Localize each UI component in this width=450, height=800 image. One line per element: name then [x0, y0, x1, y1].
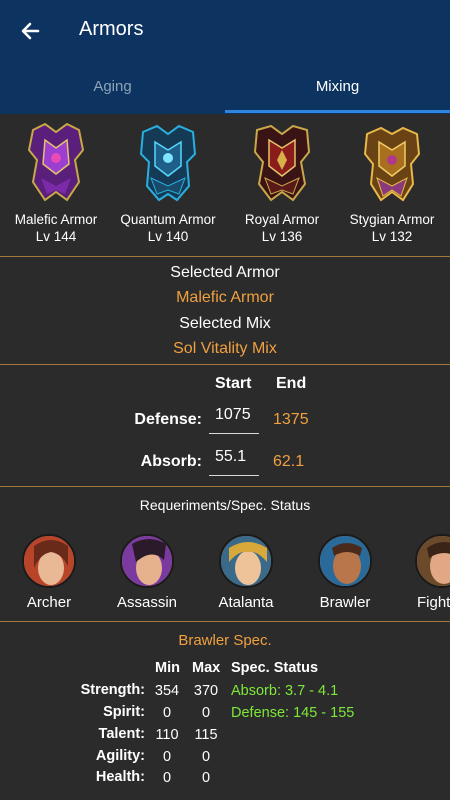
armor-item-malefic[interactable]: Malefic Armor Lv 144 [0, 114, 112, 244]
divider [0, 621, 450, 622]
agility-min: 0 [162, 749, 172, 765]
divider [0, 256, 450, 257]
armor-item-stygian[interactable]: Stygian Armor Lv 132 [336, 114, 448, 244]
selected-armor-label: Selected Armor [170, 264, 280, 281]
defense-end-value: 1375 [273, 411, 309, 428]
health-label: Health: [95, 769, 145, 785]
spec-title: Brawler Spec. [178, 632, 272, 649]
class-archer[interactable]: Archer [0, 534, 99, 611]
app-bar: Armors Aging Mixing [0, 0, 450, 114]
armor-icon [27, 122, 85, 202]
spirit-min: 0 [162, 705, 172, 721]
page-title: Armors [79, 18, 144, 40]
absorb-label: Absorb: [140, 453, 202, 470]
armor-name: Malefic Armor [14, 212, 98, 227]
strength-min: 354 [154, 683, 180, 699]
class-name: Atalanta [218, 594, 274, 611]
agility-label: Agility: [95, 748, 145, 764]
assassin-avatar-icon [120, 534, 174, 588]
armor-level: Lv 144 [35, 229, 77, 244]
tab-indicator [225, 110, 450, 113]
divider [0, 364, 450, 365]
strength-max: 370 [193, 683, 219, 699]
selected-mix-value[interactable]: Sol Vitality Mix [0, 340, 450, 358]
talent-min: 110 [155, 727, 179, 743]
min-header: Min [155, 660, 180, 676]
class-atalanta[interactable]: Atalanta [196, 534, 296, 611]
fighter-avatar-icon [415, 534, 450, 588]
class-brawler[interactable]: Brawler [295, 534, 395, 611]
spec-status-absorb: Absorb: 3.7 - 4.1 [231, 683, 339, 699]
class-assassin[interactable]: Assassin [97, 534, 197, 611]
armor-icon [139, 124, 197, 202]
tab-mixing[interactable]: Mixing [225, 78, 450, 95]
class-name: Brawler [319, 594, 371, 611]
selected-armor-value[interactable]: Malefic Armor [0, 289, 450, 307]
divider [0, 486, 450, 487]
health-min: 0 [162, 770, 172, 786]
armor-icon [253, 124, 311, 202]
absorb-start-input[interactable]: 55.1 [209, 448, 259, 476]
selected-mix-label: Selected Mix [179, 315, 271, 332]
spirit-max: 0 [201, 705, 211, 721]
spec-status-header: Spec. Status [231, 660, 319, 676]
armor-item-royal[interactable]: Royal Armor Lv 136 [226, 114, 338, 244]
arrow-left-icon[interactable] [14, 14, 48, 48]
armor-name: Royal Armor [244, 212, 320, 227]
armor-name: Quantum Armor [120, 212, 216, 227]
armor-level: Lv 132 [371, 229, 413, 244]
armor-name: Stygian Armor [349, 212, 435, 227]
class-name: Archer [26, 594, 72, 611]
start-header: Start [215, 375, 252, 392]
brawler-avatar-icon [318, 534, 372, 588]
talent-max: 115 [194, 727, 218, 743]
requirements-title: Requeriments/Spec. Status [139, 497, 311, 513]
spirit-label: Spirit: [103, 704, 145, 720]
absorb-end-value: 62.1 [273, 453, 305, 470]
class-fighter[interactable]: Fighter [391, 534, 450, 611]
defense-label: Defense: [134, 411, 202, 428]
class-name: Fighter [417, 594, 450, 611]
agility-max: 0 [201, 749, 211, 765]
talent-label: Talent: [98, 726, 145, 742]
strength-label: Strength: [80, 682, 145, 698]
class-name: Assassin [116, 594, 178, 611]
spec-status-defense: Defense: 145 - 155 [231, 705, 355, 721]
archer-avatar-icon [22, 534, 76, 588]
health-max: 0 [201, 770, 211, 786]
defense-start-input[interactable]: 1075 [209, 406, 259, 434]
atalanta-avatar-icon [219, 534, 273, 588]
armor-item-quantum[interactable]: Quantum Armor Lv 140 [112, 114, 224, 244]
armor-level: Lv 136 [261, 229, 303, 244]
armor-list: Malefic Armor Lv 144 Quantum Armor Lv 14… [0, 114, 450, 256]
armor-icon [363, 126, 421, 202]
armor-level: Lv 140 [147, 229, 189, 244]
max-header: Max [192, 660, 221, 676]
end-header: End [276, 375, 307, 392]
tab-aging[interactable]: Aging [0, 78, 225, 95]
